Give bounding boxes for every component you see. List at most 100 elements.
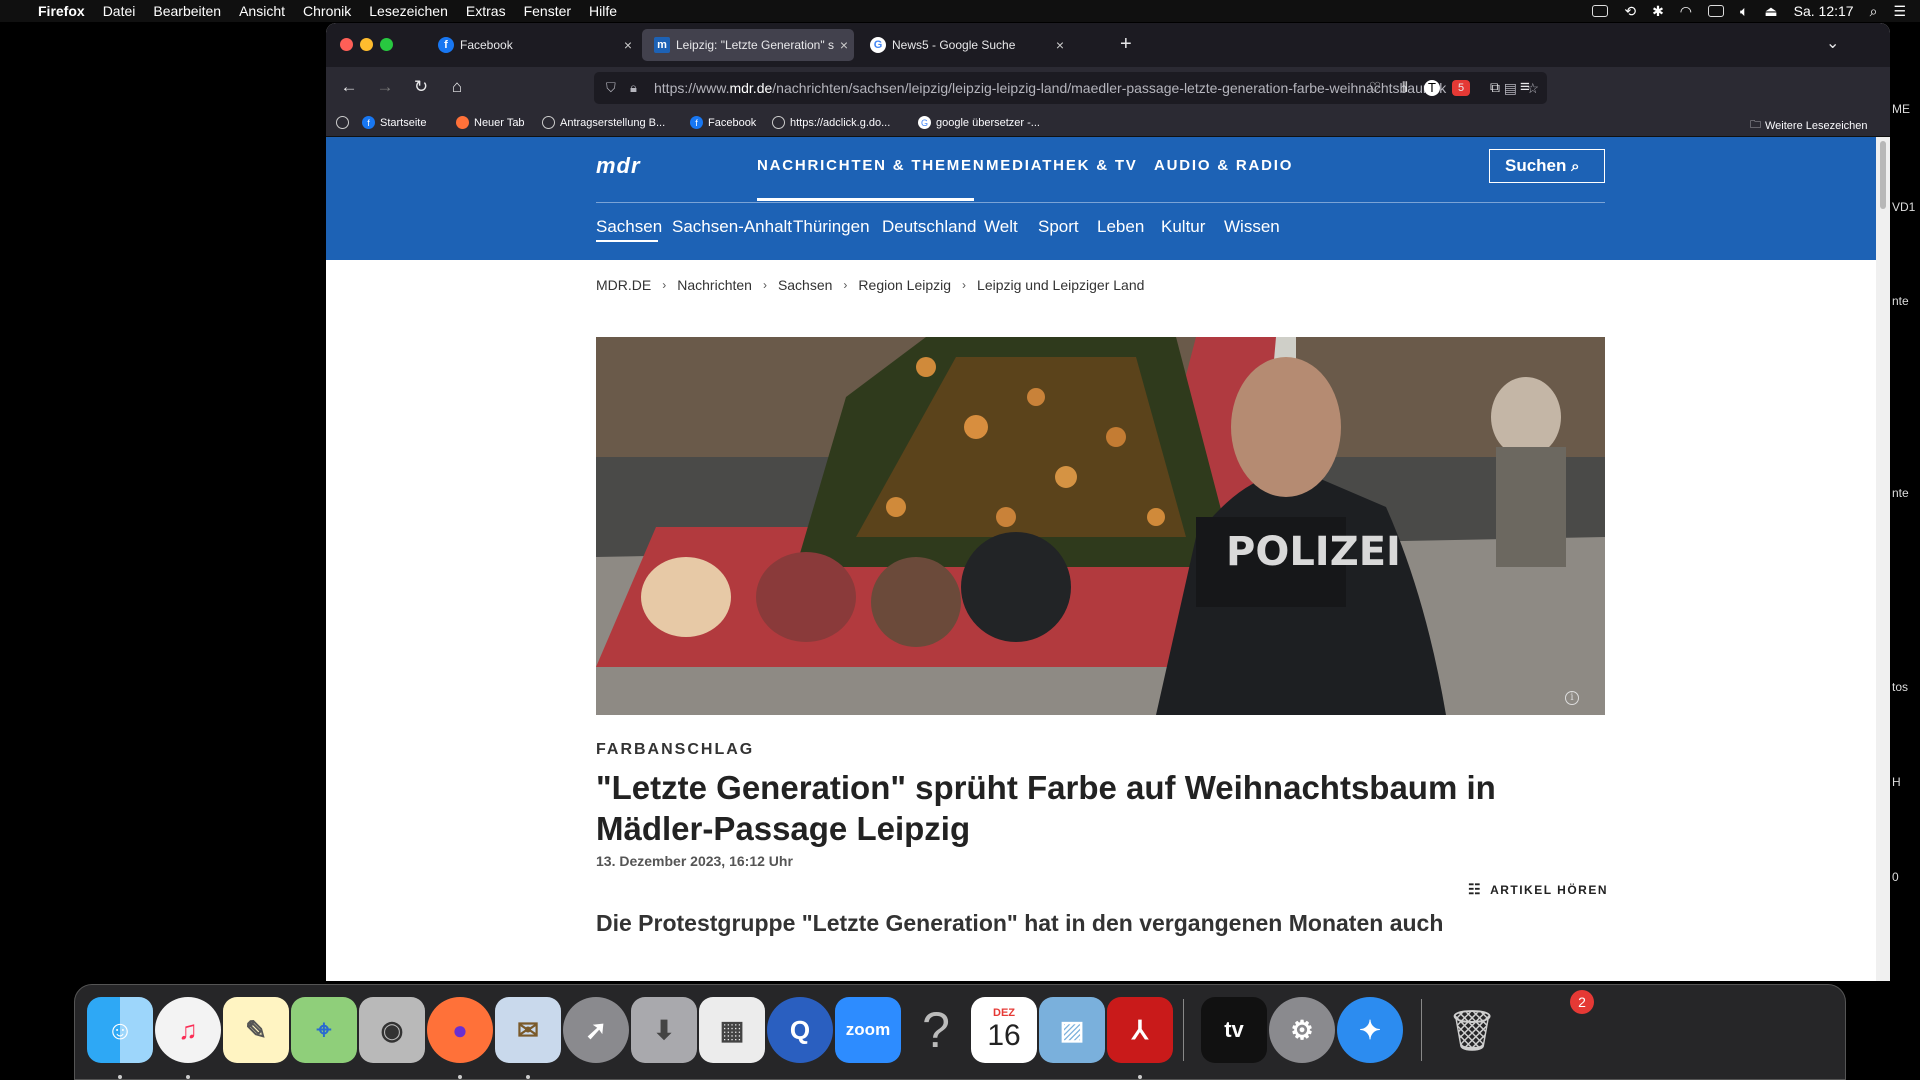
search-button[interactable]: Suchen ⌕: [1489, 149, 1605, 183]
minimize-window-button[interactable]: [360, 38, 373, 51]
back-icon[interactable]: ←: [338, 77, 360, 97]
menu-ansicht[interactable]: Ansicht: [239, 3, 285, 19]
subnav-sport[interactable]: Sport: [1038, 217, 1079, 237]
safari-icon[interactable]: ✦: [1337, 997, 1403, 1063]
scrollbar[interactable]: [1876, 137, 1890, 981]
bluetooth-icon[interactable]: ✱: [1652, 3, 1664, 20]
article-hero-image[interactable]: POLIZEI i: [596, 337, 1605, 715]
zoom-icon[interactable]: zoom: [835, 997, 901, 1063]
bookmarks-toolbar: f Startseite Neuer Tab Antragserstellung …: [326, 109, 1890, 137]
preview-icon[interactable]: ▦: [699, 997, 765, 1063]
clock[interactable]: Sa. 12:17: [1794, 3, 1854, 19]
apple-tv-icon[interactable]: tv: [1201, 997, 1267, 1063]
menu-chronik[interactable]: Chronik: [303, 3, 351, 19]
extensions-icon[interactable]: ⧉: [1484, 77, 1506, 97]
music-icon[interactable]: ♫: [155, 997, 221, 1063]
scrollbar-thumb[interactable]: [1880, 141, 1886, 209]
control-center-icon[interactable]: ☰: [1893, 3, 1906, 20]
menu-app-name[interactable]: Firefox: [38, 3, 85, 19]
breadcrumb-mdr[interactable]: MDR.DE: [596, 277, 651, 293]
other-bookmarks[interactable]: 🗀︎ Weitere Lesezeichen: [1750, 116, 1868, 135]
menu-fenster[interactable]: Fenster: [524, 3, 571, 19]
bookmark-adclick[interactable]: https://adclick.g.do...: [772, 116, 890, 129]
breadcrumb-leipzig-land[interactable]: Leipzig und Leipziger Land: [977, 277, 1144, 293]
browser-window: f Facebook × m Leipzig: "Letzte Generati…: [326, 23, 1890, 981]
subnav-deutschland[interactable]: Deutschland: [882, 217, 977, 237]
nav-audio-radio[interactable]: AUDIO & RADIO: [1154, 157, 1293, 174]
image-capture-icon[interactable]: ◉: [359, 997, 425, 1063]
status-s-icon[interactable]: [1592, 5, 1609, 17]
menu-extras[interactable]: Extras: [466, 3, 506, 19]
subnav-kultur[interactable]: Kultur: [1161, 217, 1205, 237]
bookmark-neuer-tab[interactable]: Neuer Tab: [456, 116, 525, 129]
tab-google-search[interactable]: G News5 - Google Suche ×: [858, 29, 1070, 61]
list-all-tabs-icon[interactable]: ⌄: [1826, 33, 1839, 53]
menu-hilfe[interactable]: Hilfe: [589, 3, 617, 19]
extension-badge-icon[interactable]: 5: [1452, 80, 1470, 96]
bookmark-startseite[interactable]: f Startseite: [362, 116, 426, 129]
wifi-icon[interactable]: ◠: [1680, 3, 1692, 20]
mail-icon[interactable]: ✉: [495, 997, 561, 1063]
breadcrumb-region-leipzig[interactable]: Region Leipzig: [858, 277, 951, 293]
new-tab-icon[interactable]: +: [1120, 33, 1132, 56]
subnav-wissen[interactable]: Wissen: [1224, 217, 1280, 237]
menu-datei[interactable]: Datei: [103, 3, 136, 19]
launchpad-icon[interactable]: ➚: [563, 997, 629, 1063]
home-icon[interactable]: ⌂: [446, 77, 468, 97]
eject-icon[interactable]: ⏏: [1764, 3, 1777, 20]
nav-nachrichten-themen[interactable]: NACHRICHTEN & THEMEN: [757, 157, 986, 174]
lock-icon[interactable]: 🔒︎: [630, 72, 637, 104]
image-info-icon[interactable]: i: [1565, 691, 1579, 705]
spotlight-icon[interactable]: ⌕: [1870, 3, 1878, 20]
trash-icon[interactable]: 🗑︎: [1439, 997, 1505, 1063]
library-icon[interactable]: ⫴: [1394, 77, 1416, 97]
forward-icon[interactable]: →: [374, 77, 396, 97]
pages-icon[interactable]: ✎: [223, 997, 289, 1063]
subnav-leben[interactable]: Leben: [1097, 217, 1144, 237]
listen-article-button[interactable]: ☷ ARTIKEL HÖREN: [1468, 881, 1608, 898]
bookmarks-globe-icon[interactable]: [336, 116, 354, 129]
close-tab-icon[interactable]: ×: [1050, 37, 1070, 53]
zoom-window-button[interactable]: [380, 38, 393, 51]
desktop-label: ME: [1892, 102, 1910, 116]
bookmark-google-uebersetzer[interactable]: Ggoogle übersetzer -...: [918, 116, 1040, 129]
display-icon[interactable]: [1708, 5, 1725, 17]
close-tab-icon[interactable]: ×: [834, 37, 854, 53]
subnav-welt[interactable]: Welt: [984, 217, 1018, 237]
photo-viewer-icon[interactable]: ▨: [1039, 997, 1105, 1063]
close-window-button[interactable]: [340, 38, 353, 51]
google-favicon-icon: G: [870, 37, 886, 53]
menu-lesezeichen[interactable]: Lesezeichen: [369, 3, 448, 19]
bookmark-antragserstellung[interactable]: Antragserstellung B...: [542, 116, 665, 129]
subnav-sachsen[interactable]: Sachsen: [596, 217, 662, 237]
subnav-thueringen[interactable]: Thüringen: [793, 217, 870, 237]
finder-icon[interactable]: ☺: [87, 997, 153, 1063]
firefox-icon[interactable]: ●: [427, 997, 493, 1063]
tab-facebook[interactable]: f Facebook ×: [426, 29, 638, 61]
subnav-sachsen-anhalt[interactable]: Sachsen-Anhalt: [672, 217, 792, 237]
mdr-logo[interactable]: mdr: [596, 153, 641, 179]
nav-mediathek-tv[interactable]: MEDIATHEK & TV: [986, 157, 1138, 174]
maps-icon[interactable]: ⌖: [291, 997, 357, 1063]
acrobat-icon[interactable]: ⅄: [1107, 997, 1173, 1063]
active-nav-underline: [757, 198, 974, 201]
pocket-icon[interactable]: ♡: [1364, 77, 1386, 97]
time-machine-icon[interactable]: ⟲: [1624, 3, 1636, 20]
bookmark-facebook[interactable]: f Facebook: [690, 116, 756, 129]
breadcrumb-nachrichten[interactable]: Nachrichten: [677, 277, 752, 293]
menu-bearbeiten[interactable]: Bearbeiten: [153, 3, 221, 19]
installer-icon[interactable]: ⬇: [631, 997, 697, 1063]
breadcrumb-sachsen[interactable]: Sachsen: [778, 277, 832, 293]
help-icon[interactable]: ?: [903, 997, 969, 1063]
extension-t-icon[interactable]: T: [1424, 80, 1440, 96]
app-menu-icon[interactable]: ≡: [1514, 77, 1536, 97]
volume-icon[interactable]: 🔈︎: [1740, 3, 1748, 20]
dock-separator: [1183, 999, 1184, 1061]
system-preferences-icon[interactable]: ⚙: [1269, 997, 1335, 1063]
tracking-shield-icon[interactable]: ⛉: [606, 72, 616, 104]
close-tab-icon[interactable]: ×: [618, 37, 638, 53]
calendar-icon[interactable]: DEZ 16: [971, 997, 1037, 1063]
tab-mdr-article[interactable]: m Leipzig: "Letzte Generation" spr ×: [642, 29, 854, 61]
quicktime-icon[interactable]: Q: [767, 997, 833, 1063]
reload-icon[interactable]: ↻: [410, 77, 432, 97]
